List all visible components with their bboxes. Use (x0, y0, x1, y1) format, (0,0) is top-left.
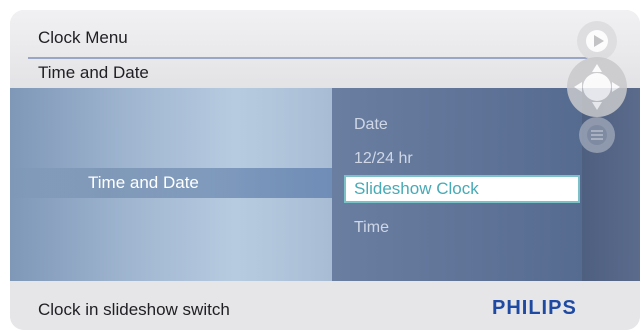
option-date[interactable]: Date (354, 116, 388, 134)
title-divider (28, 57, 588, 59)
left-menu-item-label: Time and Date (88, 173, 199, 192)
menu-icon[interactable] (578, 116, 616, 154)
photo-frame-screen: Clock Menu Time and Date Time and Date D… (10, 10, 640, 330)
option-slideshow-clock[interactable]: Slideshow Clock (344, 175, 580, 203)
options-pane: Date 12/24 hr Slideshow Clock Time (332, 88, 582, 281)
left-menu-item-time-and-date[interactable]: Time and Date (10, 168, 332, 198)
submenu-title: Time and Date (38, 63, 149, 82)
menu-title: Clock Menu (38, 28, 128, 47)
left-menu-pane: Time and Date (10, 88, 332, 281)
option-time[interactable]: Time (354, 219, 389, 237)
option-12-24-hr[interactable]: 12/24 hr (354, 150, 413, 168)
brand-logo: PHILIPS (492, 297, 577, 319)
menu-panel: Time and Date Date 12/24 hr Slideshow Cl… (10, 88, 640, 281)
menu-header: Clock Menu Time and Date (10, 10, 640, 88)
status-footer: Clock in slideshow switch PHILIPS (10, 281, 640, 330)
status-text: Clock in slideshow switch (38, 300, 230, 319)
navigation-dpad-icon[interactable] (566, 56, 628, 118)
